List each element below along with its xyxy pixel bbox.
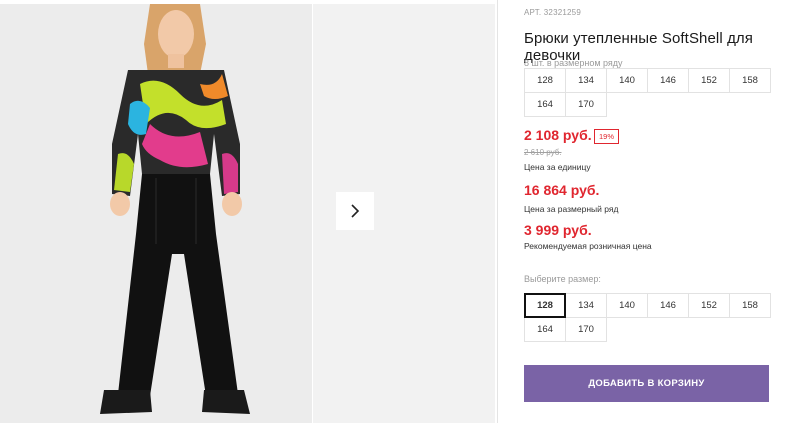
size-select-grid: 128 134 140 146 152 158 164 170 [524, 293, 771, 342]
pack-size: 146 [647, 68, 689, 93]
sku-label: АРТ. [524, 8, 542, 17]
size-option[interactable]: 164 [524, 317, 566, 342]
pack-size-grid: 128 134 140 146 152 158 164 170 [524, 68, 771, 117]
pack-label: 8 шт. в размерном ряду [524, 58, 623, 68]
size-option[interactable]: 152 [688, 293, 730, 318]
pack-price-caption: Цена за размерный ряд [524, 204, 619, 214]
size-option[interactable]: 134 [565, 293, 607, 318]
chevron-right-icon [351, 204, 360, 218]
size-option-selected[interactable]: 128 [524, 293, 566, 318]
retail-price: 3 999 руб. [524, 222, 592, 238]
gallery-next-button[interactable] [336, 192, 374, 230]
product-photo [0, 4, 312, 423]
pack-size: 134 [565, 68, 607, 93]
divider [497, 0, 498, 423]
size-option[interactable]: 146 [647, 293, 689, 318]
pack-size: 170 [565, 92, 607, 117]
size-option[interactable]: 158 [729, 293, 771, 318]
pack-size: 140 [606, 68, 648, 93]
sku-code: 32321259 [543, 8, 581, 17]
discount-badge: 19% [594, 129, 620, 144]
unit-price: 2 108 руб. [524, 127, 592, 143]
pack-size: 158 [729, 68, 771, 93]
unit-price-caption: Цена за единицу [524, 162, 591, 172]
model-illustration [0, 4, 312, 423]
size-select-label: Выберите размер: [524, 274, 601, 284]
pack-size: 164 [524, 92, 566, 117]
pack-size: 128 [524, 68, 566, 93]
pack-size: 152 [688, 68, 730, 93]
pack-price: 16 864 руб. [524, 182, 600, 198]
retail-price-caption: Рекомендуемая розничная цена [524, 241, 652, 251]
size-option[interactable]: 140 [606, 293, 648, 318]
size-option[interactable]: 170 [565, 317, 607, 342]
add-to-cart-button[interactable]: ДОБАВИТЬ В КОРЗИНУ [524, 365, 769, 402]
sku: АРТ. 32321259 [524, 8, 581, 17]
old-price: 2 610 руб. [524, 148, 562, 157]
